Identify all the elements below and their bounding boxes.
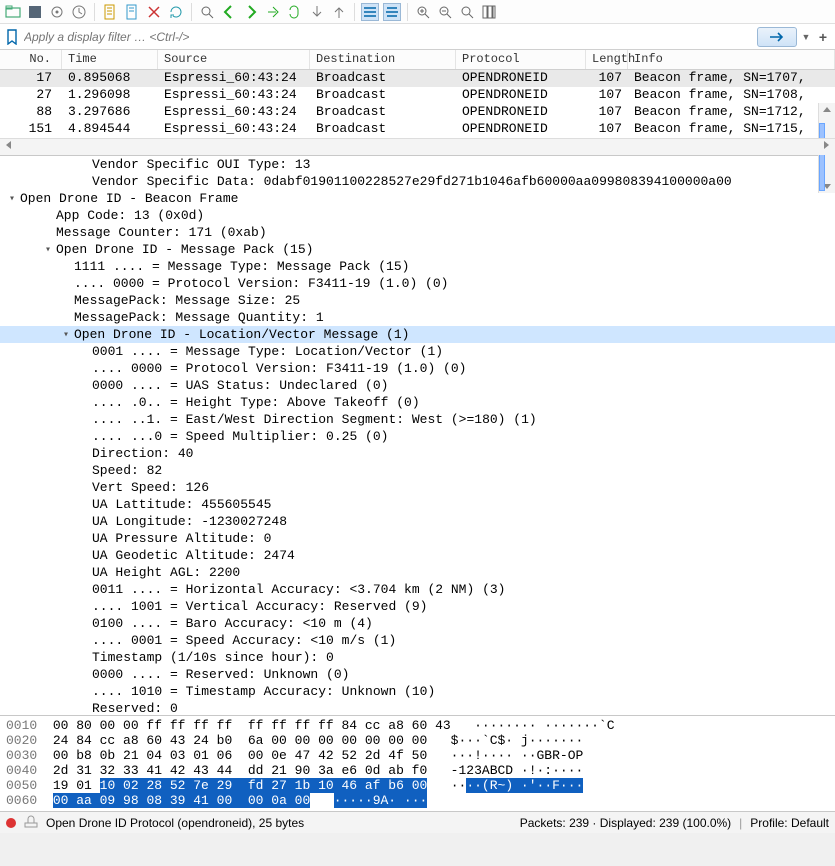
tree-line[interactable]: Message Counter: 171 (0xab) [0,224,835,241]
tree-line[interactable]: 0001 .... = Message Type: Location/Vecto… [0,343,835,360]
tree-line[interactable]: .... 1010 = Timestamp Accuracy: Unknown … [0,683,835,700]
tree-line[interactable]: .... .0.. = Height Type: Above Takeoff (… [0,394,835,411]
col-length[interactable]: Length [586,50,628,69]
step-icon[interactable] [264,3,282,21]
zoom-out-icon[interactable] [436,3,454,21]
tree-line[interactable]: .... ..1. = East/West Direction Segment:… [0,411,835,428]
main-toolbar [0,0,835,24]
forward-icon[interactable] [242,3,260,21]
bookmark-icon[interactable] [4,29,20,45]
search-icon[interactable] [198,3,216,21]
col-protocol[interactable]: Protocol [456,50,586,69]
zoom-in-icon[interactable] [414,3,432,21]
tree-line[interactable]: ▾Open Drone ID - Beacon Frame [0,190,835,207]
packet-marker-strip [819,123,825,191]
tree-line[interactable]: .... 0001 = Speed Accuracy: <10 m/s (1) [0,632,835,649]
hex-row[interactable]: 0050 19 01 10 02 28 52 7e 29 fd 27 1b 10… [6,778,835,793]
status-protocol: Open Drone ID Protocol (opendroneid), 25… [46,816,304,830]
col-info[interactable]: Info [628,50,835,69]
tree-line[interactable]: ▾Open Drone ID - Message Pack (15) [0,241,835,258]
caret-down-icon[interactable]: ▾ [6,193,18,205]
tree-line[interactable]: 0100 .... = Baro Accuracy: <10 m (4) [0,615,835,632]
folder-icon[interactable] [4,3,22,21]
packet-list-header: No. Time Source Destination Protocol Len… [0,50,835,70]
target-icon[interactable] [48,3,66,21]
capture-status-icon [6,818,16,828]
status-profile[interactable]: Profile: Default [750,816,829,830]
bars-center-icon[interactable] [383,3,401,21]
tree-line[interactable]: 1111 .... = Message Type: Message Pack (… [0,258,835,275]
tree-line[interactable]: Vert Speed: 126 [0,479,835,496]
col-source[interactable]: Source [158,50,310,69]
packet-row[interactable]: 170.895068Espressi_60:43:24BroadcastOPEN… [0,70,835,87]
tree-line[interactable]: .... 1001 = Vertical Accuracy: Reserved … [0,598,835,615]
tree-line[interactable]: UA Pressure Altitude: 0 [0,530,835,547]
caret-down-icon[interactable]: ▾ [60,329,72,341]
x-icon[interactable] [145,3,163,21]
tree-line[interactable]: .... 0000 = Protocol Version: F3411-19 (… [0,275,835,292]
tree-line[interactable]: UA Longitude: -1230027248 [0,513,835,530]
add-filter-button[interactable]: + [815,29,831,45]
tree-line[interactable]: MessagePack: Message Quantity: 1 [0,309,835,326]
col-no[interactable]: No. [0,50,62,69]
tree-line[interactable]: 0000 .... = UAS Status: Undeclared (0) [0,377,835,394]
square-icon[interactable] [26,3,44,21]
apply-filter-button[interactable] [757,27,797,47]
hex-view[interactable]: 0010 00 80 00 00 ff ff ff ff ff ff ff ff… [0,715,835,811]
status-bar: Open Drone ID Protocol (opendroneid), 25… [0,811,835,833]
doc-icon[interactable] [123,3,141,21]
tree-line[interactable]: App Code: 13 (0x0d) [0,207,835,224]
tree-line[interactable]: ▾Open Drone ID - Location/Vector Message… [0,326,835,343]
tree-line[interactable]: MessagePack: Message Size: 25 [0,292,835,309]
hex-row[interactable]: 0030 00 b8 0b 21 04 03 01 06 00 0e 47 42… [6,748,835,763]
packet-row[interactable]: 1514.894544Espressi_60:43:24BroadcastOPE… [0,121,835,138]
tree-line[interactable]: .... 0000 = Protocol Version: F3411-19 (… [0,360,835,377]
caret-down-icon[interactable]: ▾ [42,244,54,256]
hex-row[interactable]: 0010 00 80 00 00 ff ff ff ff ff ff ff ff… [6,718,835,733]
packet-row[interactable]: 271.296098Espressi_60:43:24BroadcastOPEN… [0,87,835,104]
bars-left-icon[interactable] [361,3,379,21]
tree-line[interactable]: 0000 .... = Reserved: Unknown (0) [0,666,835,683]
tree-line[interactable]: UA Height AGL: 2200 [0,564,835,581]
expert-icon[interactable] [24,814,38,831]
display-filter-input[interactable] [24,26,753,48]
filter-dropdown-icon[interactable]: ▼ [801,32,811,42]
down-icon[interactable] [308,3,326,21]
hex-row[interactable]: 0040 2d 31 32 33 41 42 43 44 dd 21 90 3a… [6,763,835,778]
tree-line[interactable]: Direction: 40 [0,445,835,462]
details-tree[interactable]: Vendor Specific OUI Type: 13Vendor Speci… [0,155,835,715]
back-icon[interactable] [220,3,238,21]
display-filter-bar: ▼ + [0,24,835,50]
refresh-icon[interactable] [167,3,185,21]
col-time[interactable]: Time [62,50,158,69]
tree-line[interactable]: Vendor Specific OUI Type: 13 [0,156,835,173]
tree-line[interactable]: Timestamp (1/10s since hour): 0 [0,649,835,666]
page-icon[interactable] [101,3,119,21]
col-destination[interactable]: Destination [310,50,456,69]
loop-icon[interactable] [286,3,304,21]
tree-line[interactable]: 0011 .... = Horizontal Accuracy: <3.704 … [0,581,835,598]
tree-line[interactable]: UA Geodetic Altitude: 2474 [0,547,835,564]
packet-list: No. Time Source Destination Protocol Len… [0,50,835,138]
tree-line[interactable]: Vendor Specific Data: 0dabf0190110022852… [0,173,835,190]
hex-row[interactable]: 0060 00 aa 09 98 08 39 41 00 00 0a 00 ··… [6,793,835,808]
packet-row[interactable]: 883.297686Espressi_60:43:24BroadcastOPEN… [0,104,835,121]
zoom-reset-icon[interactable] [458,3,476,21]
columns-icon[interactable] [480,3,498,21]
tree-line[interactable]: Reserved: 0 [0,700,835,715]
tree-line[interactable]: UA Lattitude: 455605545 [0,496,835,513]
up-icon[interactable] [330,3,348,21]
packet-list-hscroll[interactable] [0,138,835,155]
tree-line[interactable]: Speed: 82 [0,462,835,479]
status-packets: Packets: 239 · Displayed: 239 (100.0%) [520,816,731,830]
clock-icon[interactable] [70,3,88,21]
hex-row[interactable]: 0020 24 84 cc a8 60 43 24 b0 6a 00 00 00… [6,733,835,748]
tree-line[interactable]: .... ...0 = Speed Multiplier: 0.25 (0) [0,428,835,445]
